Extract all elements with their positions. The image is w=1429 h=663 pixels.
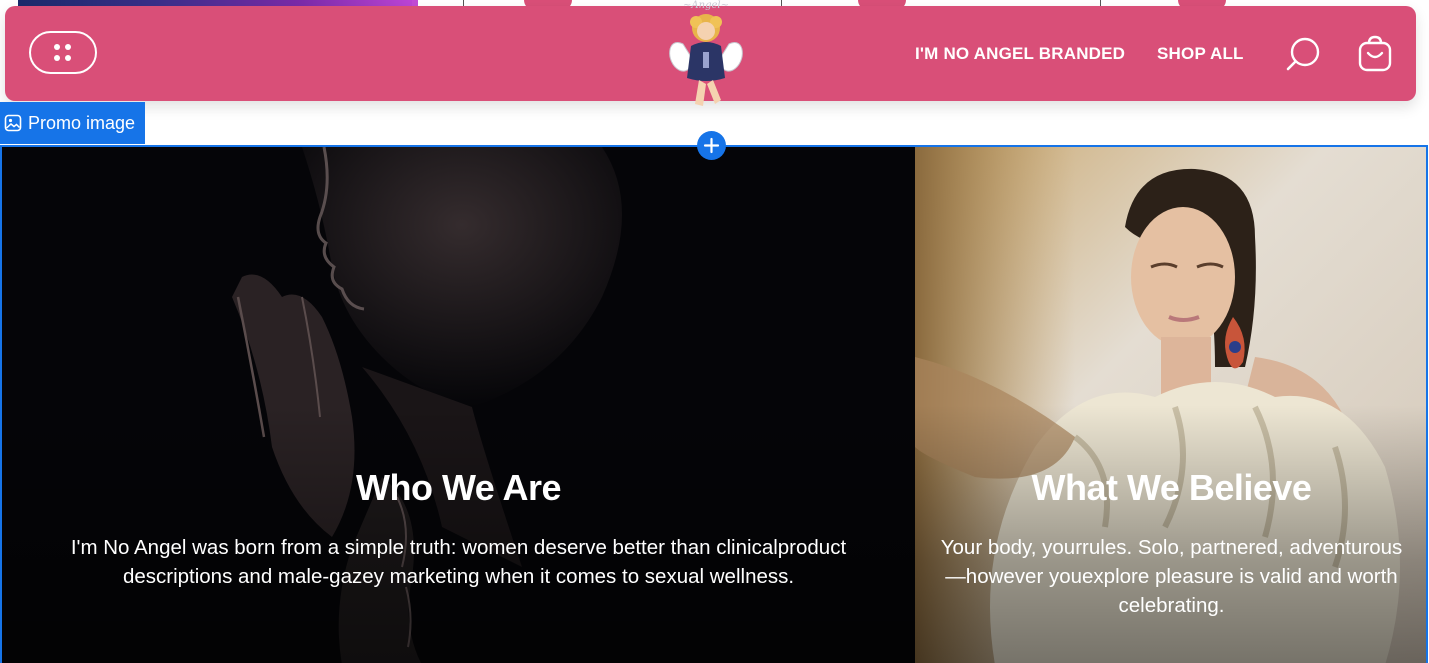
svg-text:~Angel~: ~Angel~ (683, 0, 729, 11)
angel-logo[interactable]: ~Angel~ (665, 0, 747, 112)
promo-image-badge-label: Promo image (28, 112, 136, 133)
nav-link-branded[interactable]: I'M NO ANGEL BRANDED (915, 44, 1125, 64)
promo-image-badge[interactable]: Promo image (0, 102, 145, 144)
site-header: ~Angel~ I'M NO ANGEL BRANDED SHOP ALL (5, 0, 1416, 106)
promo-image-section[interactable]: Who We Are I'm No Angel was born from a … (0, 145, 1428, 663)
promo-body-what-we-believe: Your body, yourrules. Solo, partnered, a… (940, 536, 1403, 617)
shopping-bag-icon[interactable] (1355, 34, 1395, 74)
add-section-button[interactable] (697, 131, 726, 160)
promo-body-who-we-are: I'm No Angel was born from a simple trut… (70, 536, 847, 588)
nav-link-shop-all[interactable]: SHOP ALL (1157, 44, 1244, 64)
menu-dots-icon (54, 43, 72, 62)
promo-title-what-we-believe: What We Believe (1031, 467, 1312, 508)
promo-panel-who-we-are[interactable]: Who We Are I'm No Angel was born from a … (2, 147, 915, 663)
plus-icon (703, 137, 720, 154)
promo-panel-text: Who We Are I'm No Angel was born from a … (2, 467, 915, 591)
menu-button[interactable] (29, 31, 97, 74)
promo-title-who-we-are: Who We Are (355, 467, 562, 508)
promo-panel-what-we-believe[interactable]: What We Believe Your body, yourrules. So… (915, 147, 1426, 663)
image-icon (4, 114, 22, 132)
promo-panel-text: What We Believe Your body, yourrules. So… (915, 467, 1426, 620)
search-icon[interactable] (1283, 34, 1323, 74)
